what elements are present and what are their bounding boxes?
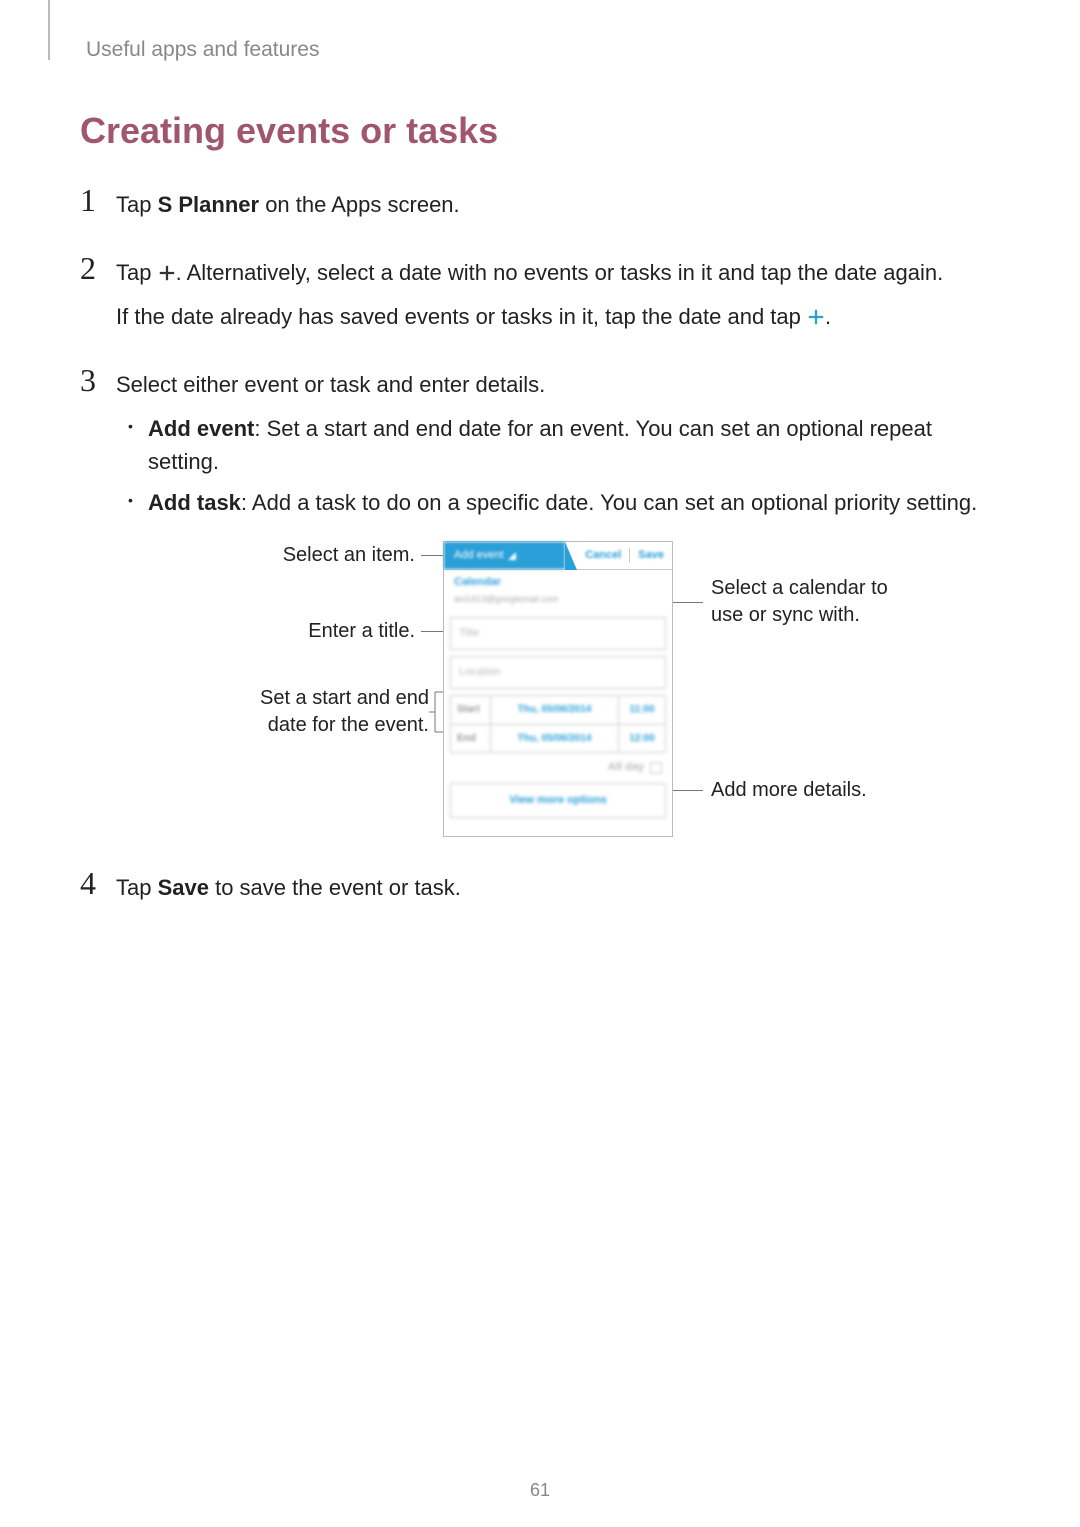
text: Tap [116, 875, 158, 900]
callout-label: Select a calendar to use or sync with. [711, 575, 913, 629]
text: on the Apps screen. [259, 192, 460, 217]
end-date[interactable]: Thu, 05/06/2014 [491, 725, 619, 753]
save-button[interactable]: Save [630, 542, 672, 569]
step-2: 2 Tap . Alternatively, select a date wit… [80, 250, 1000, 344]
location-input[interactable]: Location [450, 656, 666, 689]
figure: Select an item. Enter a title. Set a sta… [203, 541, 913, 836]
step-number: 3 [80, 362, 116, 396]
step-4: 4 Tap Save to save the event or task. [80, 865, 1000, 915]
step-1: 1 Tap S Planner on the Apps screen. [80, 182, 1000, 232]
bullet-item: Add event: Set a start and end date for … [148, 412, 1000, 478]
dropdown-icon [508, 552, 516, 560]
bullet-item: Add task: Add a task to do on a specific… [148, 486, 1000, 519]
step-number: 4 [80, 865, 116, 899]
step-number: 1 [80, 182, 116, 216]
start-date[interactable]: Thu, 05/06/2014 [491, 696, 619, 724]
text: Select either event or task and enter de… [116, 368, 1000, 402]
calendar-account: ani1413@googlemail.com [454, 593, 662, 607]
cancel-button[interactable]: Cancel [577, 542, 629, 569]
text: to save the event or task. [209, 875, 461, 900]
title-input[interactable]: Title [450, 617, 666, 650]
text: . [825, 304, 831, 329]
step-3: 3 Select either event or task and enter … [80, 362, 1000, 846]
callout-label: Add more details. [711, 777, 867, 804]
end-label: End [451, 725, 491, 753]
callout-label: Set a start and end date for the event. [219, 685, 429, 739]
allday-checkbox[interactable] [650, 762, 662, 774]
phone-mock: Add event Cancel Save Calendar ani1413@g… [443, 541, 673, 836]
page-title: Creating events or tasks [80, 110, 1000, 152]
text: . Alternatively, select a date with no e… [176, 260, 944, 285]
breadcrumb: Useful apps and features [86, 38, 1000, 62]
text-bold: Add event [148, 416, 254, 441]
plus-icon [807, 308, 825, 326]
text: : Add a task to do on a specific date. Y… [241, 490, 977, 515]
plus-icon [158, 264, 176, 282]
text: : Set a start and end date for an event.… [148, 416, 932, 474]
start-label: Start [451, 696, 491, 724]
view-more-button[interactable]: View more options [450, 783, 666, 818]
callout-label: Select an item. [283, 542, 415, 569]
end-time[interactable]: 12:00 [619, 725, 665, 753]
step-number: 2 [80, 250, 116, 284]
calendar-selector[interactable]: Calendar [454, 574, 662, 591]
callout-label: Enter a title. [308, 618, 415, 645]
page-number: 61 [0, 1480, 1080, 1501]
allday-label: All day [608, 759, 644, 776]
text-bold: Save [158, 875, 209, 900]
text: If the date already has saved events or … [116, 304, 807, 329]
text-bold: S Planner [158, 192, 259, 217]
start-time[interactable]: 11:00 [619, 696, 665, 724]
date-time-picker[interactable]: Start Thu, 05/06/2014 11:00 End Thu, 05/… [450, 695, 666, 753]
add-event-tab[interactable]: Add event [444, 542, 565, 569]
text: Tap [116, 192, 158, 217]
text: Tap [116, 260, 158, 285]
text-bold: Add task [148, 490, 241, 515]
